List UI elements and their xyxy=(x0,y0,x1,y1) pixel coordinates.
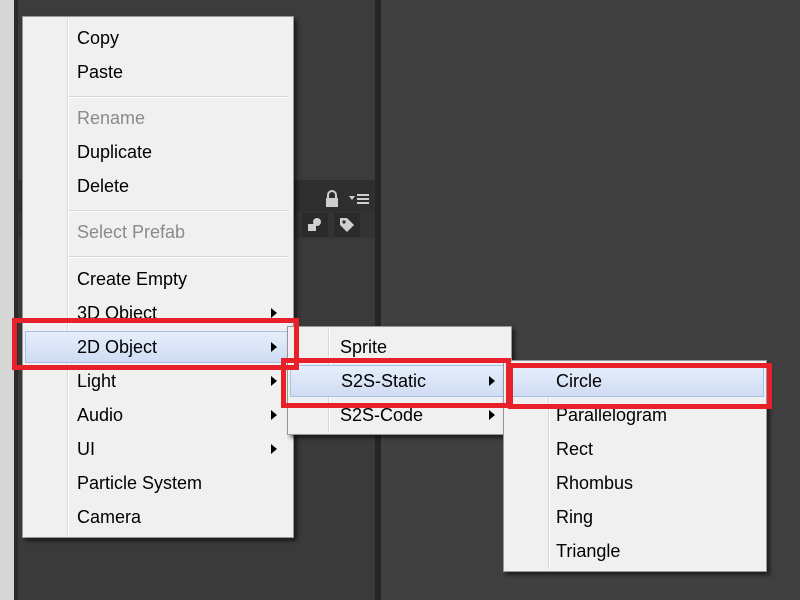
menu-item-audio[interactable]: Audio xyxy=(25,399,291,431)
layers-icon[interactable] xyxy=(302,213,328,237)
menu-item-label: Light xyxy=(77,371,117,391)
menu-item-label: S2S-Code xyxy=(340,405,424,425)
menu-item-duplicate[interactable]: Duplicate xyxy=(25,136,291,168)
context-menu: Copy Paste Rename Duplicate Delete Selec… xyxy=(22,16,294,538)
menu-item-label: Audio xyxy=(77,405,124,425)
submenu-arrow-icon xyxy=(271,410,277,420)
menu-item-camera[interactable]: Camera xyxy=(25,501,291,533)
menu-item-create-empty[interactable]: Create Empty xyxy=(25,263,291,295)
menu-item-ring[interactable]: Ring xyxy=(506,501,764,533)
menu-item-particle-system[interactable]: Particle System xyxy=(25,467,291,499)
menu-item-delete[interactable]: Delete xyxy=(25,170,291,202)
left-edge-strip xyxy=(0,0,14,600)
menu-item-select-prefab: Select Prefab xyxy=(77,222,186,242)
menu-item-label: UI xyxy=(77,439,95,459)
menu-item-rename: Rename xyxy=(77,108,146,128)
tag-icon[interactable] xyxy=(334,213,360,237)
submenu-arrow-icon xyxy=(489,410,495,420)
lock-icon[interactable] xyxy=(322,190,342,208)
menu-item-rhombus[interactable]: Rhombus xyxy=(506,467,764,499)
menu-item-ui[interactable]: UI xyxy=(25,433,291,465)
annotation-box-circle xyxy=(508,363,772,409)
menu-item-paste[interactable]: Paste xyxy=(25,56,291,88)
annotation-box-2d-object xyxy=(12,318,299,370)
submenu-arrow-icon xyxy=(271,444,277,454)
menu-item-triangle[interactable]: Triangle xyxy=(506,535,764,567)
menu-separator xyxy=(69,96,289,98)
submenu-arrow-icon xyxy=(271,308,277,318)
menu-separator xyxy=(69,256,289,258)
menu-item-copy[interactable]: Copy xyxy=(25,22,291,54)
panel-menu-icon[interactable] xyxy=(348,192,372,206)
annotation-box-s2s-static xyxy=(281,358,511,408)
menu-separator xyxy=(69,210,289,212)
menu-item-rect[interactable]: Rect xyxy=(506,433,764,465)
submenu-arrow-icon xyxy=(271,376,277,386)
